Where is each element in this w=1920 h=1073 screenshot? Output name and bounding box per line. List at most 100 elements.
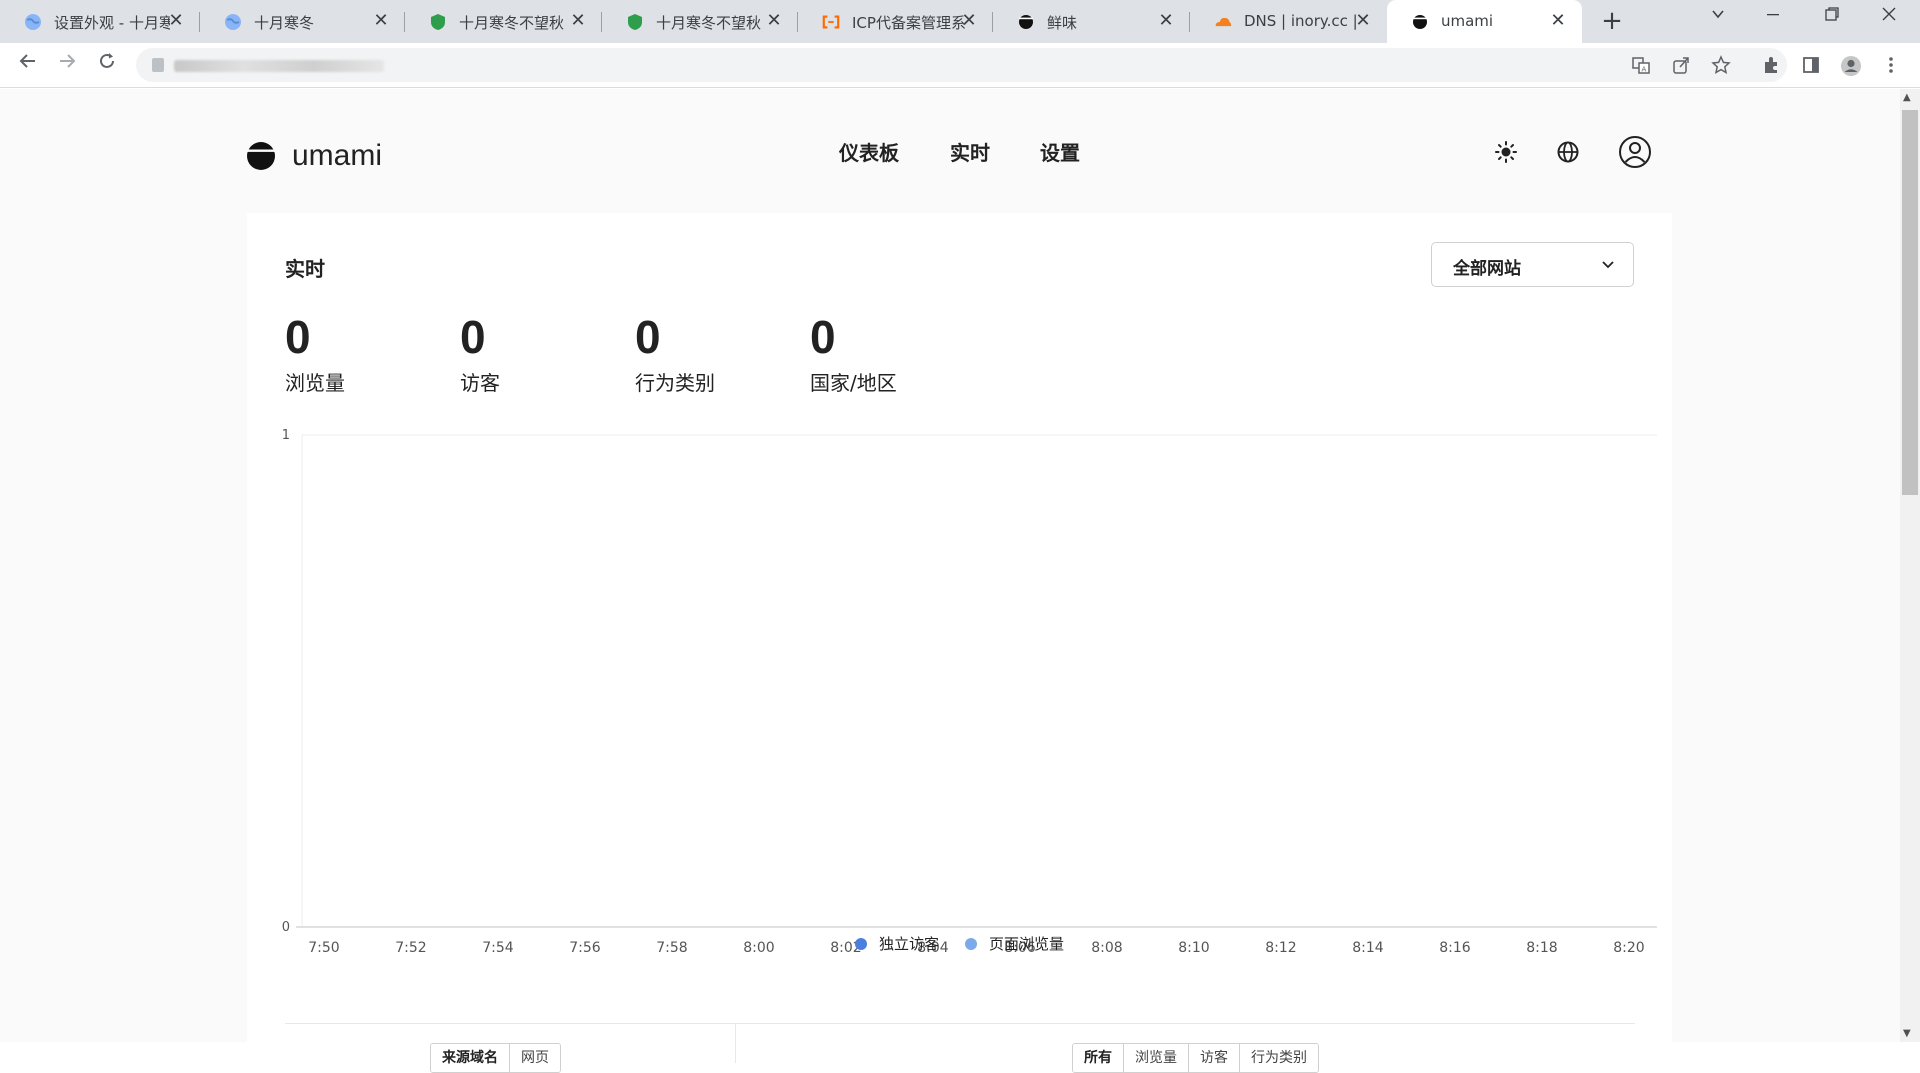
x-tick-label: 7:52 xyxy=(395,940,426,956)
tab-title: 鲜味 xyxy=(1047,14,1078,32)
browser-toolbar: A xyxy=(0,43,1920,88)
scrollbar-thumb[interactable] xyxy=(1902,110,1918,495)
tab-pages[interactable]: 网页 xyxy=(510,1044,560,1072)
aliyun-icon xyxy=(822,13,840,31)
close-icon[interactable]: ✕ xyxy=(959,10,979,31)
tab-title: DNS | inory.cc | xyxy=(1244,12,1358,30)
activity-tab-group: 所有 浏览量 访客 行为类别 xyxy=(1072,1043,1319,1073)
browser-tab[interactable]: 十月寒冬不望秋 ✕ xyxy=(602,0,798,43)
extensions-icon[interactable] xyxy=(1760,55,1782,77)
tab-title: 十月寒冬不望秋 xyxy=(656,14,762,32)
minimize-icon[interactable] xyxy=(1753,6,1793,27)
close-icon[interactable]: ✕ xyxy=(1548,10,1568,31)
metric-value: 0 xyxy=(635,311,661,363)
svg-text:A: A xyxy=(1642,66,1647,74)
tab-title: ICP代备案管理系 xyxy=(852,14,966,32)
user-profile-icon[interactable] xyxy=(1618,135,1652,169)
umami-icon xyxy=(1017,13,1035,31)
metric-label: 国家/地区 xyxy=(810,371,897,395)
nav-realtime[interactable]: 实时 xyxy=(950,137,990,166)
shield-icon xyxy=(429,13,447,31)
site-info-icon[interactable] xyxy=(152,58,164,72)
realtime-chart: 017:50 7:52 7:54 7:56 7:58 8:00 8:02 8:04 8:06 8:… xyxy=(282,428,1657,956)
bookmark-star-icon[interactable] xyxy=(1710,55,1732,77)
x-tick-label: 8:20 xyxy=(1613,940,1644,956)
logo-text: umami xyxy=(292,139,383,172)
metric-label: 行为类别 xyxy=(635,371,715,395)
tab-events[interactable]: 行为类别 xyxy=(1240,1044,1318,1072)
metric-countries: 0 国家/地区 xyxy=(810,311,980,396)
close-icon[interactable]: ✕ xyxy=(1156,10,1176,31)
y-tick-label: 0 xyxy=(282,920,290,935)
restore-icon[interactable] xyxy=(1812,6,1852,27)
column-divider xyxy=(735,1023,736,1063)
back-icon[interactable] xyxy=(14,51,42,79)
close-icon[interactable]: ✕ xyxy=(166,10,186,31)
metric-visitors: 0 访客 xyxy=(460,311,630,396)
browser-tab[interactable]: DNS | inory.cc | ✕ xyxy=(1190,0,1387,43)
x-tick-label: 7:56 xyxy=(569,940,601,956)
browser-tab[interactable]: 鲜味 ✕ xyxy=(993,0,1190,43)
nav-settings[interactable]: 设置 xyxy=(1040,137,1080,166)
tab-visitors[interactable]: 访客 xyxy=(1189,1044,1240,1072)
legend-item-pageviews[interactable]: 页面浏览量 xyxy=(965,933,1064,954)
side-panel-icon[interactable] xyxy=(1800,55,1822,77)
browser-tab[interactable]: 设置外观 - 十月寒 ✕ xyxy=(0,0,200,43)
x-tick-label: 8:12 xyxy=(1265,940,1296,956)
realtime-card: 实时 全部网站 0 浏览量 0 访客 0 行为类别 0 国家/地区 0 1 7:50… xyxy=(247,213,1672,1073)
tab-title: 十月寒冬不望秋 xyxy=(459,14,565,32)
close-icon[interactable]: ✕ xyxy=(1353,10,1373,31)
tab-all[interactable]: 所有 xyxy=(1073,1044,1124,1072)
translate-icon[interactable]: A xyxy=(1630,55,1652,77)
metric-pageviews: 0 浏览量 xyxy=(285,311,455,396)
section-divider xyxy=(285,1023,1635,1024)
share-icon[interactable] xyxy=(1670,55,1692,77)
metric-label: 浏览量 xyxy=(285,371,345,395)
x-tick-label: 8:08 xyxy=(1091,940,1122,956)
new-tab-button[interactable]: + xyxy=(1598,6,1626,36)
url-text-redacted xyxy=(174,60,384,72)
metric-value: 0 xyxy=(810,311,836,363)
referrer-tab-group: 来源域名 网页 xyxy=(430,1043,561,1073)
reload-icon[interactable] xyxy=(93,51,121,79)
browser-menu-icon[interactable] xyxy=(1880,55,1902,77)
legend-item-visitors[interactable]: 独立访客 xyxy=(855,933,939,954)
umami-app: umami 仪表板 实时 设置 实时 全部网站 0 浏览量 0 访客 0 行为类… xyxy=(0,89,1900,1073)
umami-logo-icon xyxy=(246,142,276,170)
close-icon[interactable]: ✕ xyxy=(568,10,588,31)
close-icon[interactable]: ✕ xyxy=(371,10,391,31)
address-bar[interactable] xyxy=(136,48,1787,82)
metric-label: 访客 xyxy=(460,371,500,395)
globe-language-icon[interactable] xyxy=(1551,135,1585,169)
tab-referrers[interactable]: 来源域名 xyxy=(431,1044,510,1072)
cloudflare-icon xyxy=(1214,13,1232,31)
close-window-icon[interactable] xyxy=(1869,6,1909,27)
browser-tab[interactable]: ICP代备案管理系 ✕ xyxy=(798,0,993,43)
browser-tab-strip: 设置外观 - 十月寒 ✕ 十月寒冬 ✕ 十月寒冬不望秋 ✕ 十月寒冬不望秋 ✕ … xyxy=(0,0,1920,43)
tab-title: umami xyxy=(1441,12,1494,30)
browser-tab-active[interactable]: umami ✕ xyxy=(1387,0,1582,43)
scroll-up-arrow-icon[interactable]: ▲ xyxy=(1903,92,1911,103)
metric-value: 0 xyxy=(285,311,311,363)
forward-icon[interactable] xyxy=(53,51,81,79)
app-logo[interactable]: umami xyxy=(246,139,382,173)
sun-theme-icon[interactable] xyxy=(1489,135,1523,169)
profile-avatar-icon[interactable] xyxy=(1840,55,1862,77)
x-tick-label: 7:54 xyxy=(482,940,514,956)
page-title: 实时 xyxy=(285,257,325,281)
nav-dashboard[interactable]: 仪表板 xyxy=(839,137,899,166)
close-icon[interactable]: ✕ xyxy=(764,10,784,31)
scroll-down-arrow-icon[interactable]: ▼ xyxy=(1903,1028,1911,1039)
x-tick-label: 7:50 xyxy=(308,940,339,956)
tab-search-icon[interactable] xyxy=(1698,6,1738,27)
tab-title: 十月寒冬 xyxy=(254,14,315,32)
metric-events: 0 行为类别 xyxy=(635,311,805,396)
y-tick-label: 1 xyxy=(282,428,290,443)
x-tick-label: 7:58 xyxy=(656,940,687,956)
browser-tab[interactable]: 十月寒冬 ✕ xyxy=(200,0,405,43)
website-select[interactable]: 全部网站 xyxy=(1431,242,1634,287)
browser-tab[interactable]: 十月寒冬不望秋 ✕ xyxy=(405,0,602,43)
umami-icon xyxy=(1411,13,1429,31)
tab-pageviews[interactable]: 浏览量 xyxy=(1124,1044,1189,1072)
globe-icon xyxy=(24,13,42,31)
